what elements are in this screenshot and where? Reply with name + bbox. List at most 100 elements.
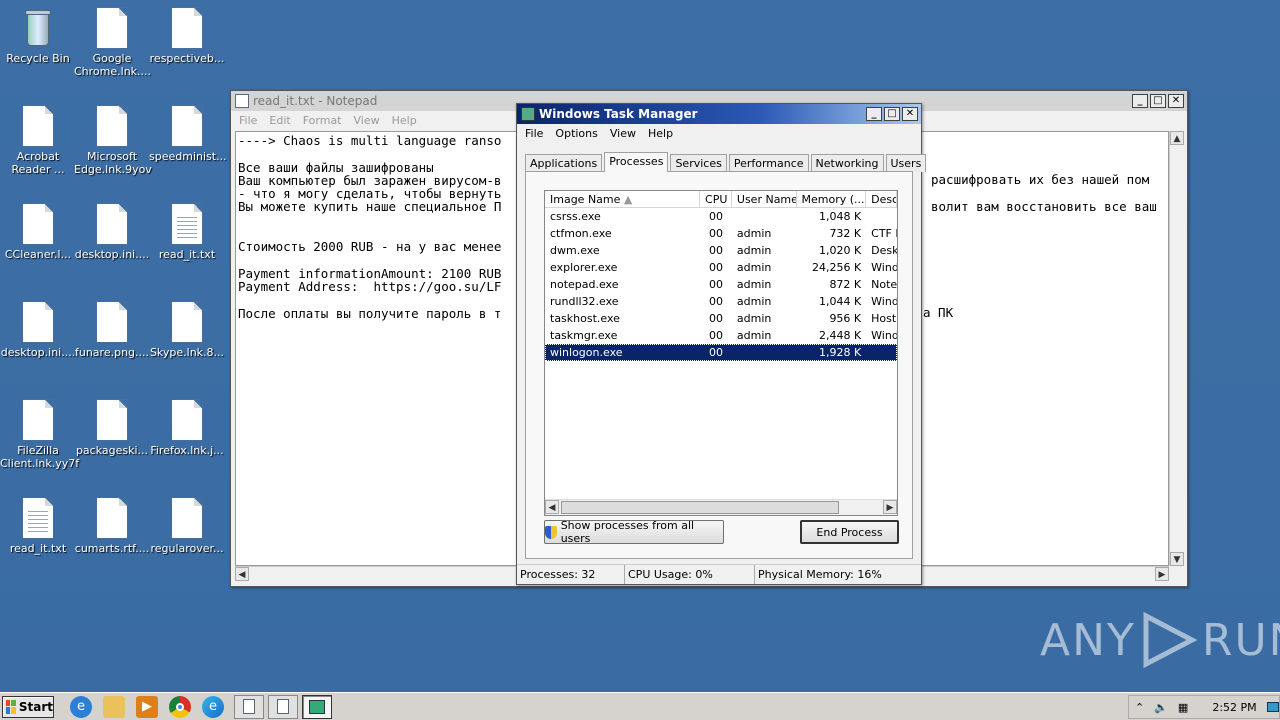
file-icon (171, 498, 203, 538)
folder-icon[interactable] (103, 695, 125, 718)
menu-edit[interactable]: Edit (263, 114, 296, 127)
desktop-icon[interactable]: FileZilla Client.lnk.yy7f (0, 400, 79, 470)
tab-processes[interactable]: Processes (604, 152, 669, 172)
notepad-icon (243, 699, 255, 714)
table-row[interactable]: winlogon.exe 00 1,928 K (545, 344, 897, 361)
scroll-down-icon[interactable]: ▼ (1170, 552, 1184, 566)
cell-user-name: admin (736, 312, 772, 325)
desktop-icon[interactable]: desktop.ini.... (74, 204, 150, 261)
table-row[interactable]: dwm.exe 00 admin 1,020 K Desk (545, 242, 897, 259)
tab-applications[interactable]: Applications (525, 154, 603, 172)
network-icon[interactable]: ▦ (1178, 701, 1188, 714)
chrome-icon[interactable] (169, 695, 191, 718)
column-memory[interactable]: Memory (... (797, 191, 867, 207)
scroll-up-icon[interactable]: ▲ (1170, 131, 1184, 145)
menu-file[interactable]: File (233, 114, 263, 127)
taskbar-task-manager[interactable] (302, 694, 332, 719)
notepad-vertical-scrollbar[interactable]: ▲ ▼ (1169, 131, 1185, 566)
taskbar-notepad-1[interactable] (234, 694, 264, 719)
scroll-right-icon[interactable]: ▶ (883, 500, 897, 514)
show-desktop-icon[interactable] (1266, 702, 1279, 712)
menu-file[interactable]: File (519, 127, 549, 140)
scroll-left-icon[interactable]: ◀ (545, 500, 559, 514)
desktop-icon[interactable]: read_it.txt (0, 498, 76, 555)
cell-cpu: 00 (708, 295, 723, 308)
scroll-right-icon[interactable]: ▶ (1155, 567, 1169, 581)
desktop-icon-label: speedminist... (149, 150, 227, 163)
desktop-icon[interactable]: packageski... (74, 400, 150, 457)
close-button[interactable]: ✕ (1168, 94, 1184, 108)
table-row[interactable]: rundll32.exe 00 admin 1,044 K Wind (545, 293, 897, 310)
menu-format[interactable]: Format (297, 114, 348, 127)
column-user-name[interactable]: User Name (732, 191, 797, 207)
end-process-button[interactable]: End Process (800, 520, 899, 544)
column-description[interactable]: Desc (866, 191, 897, 207)
maximize-button[interactable]: □ (884, 107, 900, 121)
column-image-name[interactable]: Image Name ▲ (545, 191, 701, 207)
close-button[interactable]: ✕ (902, 107, 918, 121)
status-processes: Processes: 32 (517, 565, 625, 584)
cell-user-name: admin (736, 261, 772, 274)
table-row[interactable]: notepad.exe 00 admin 872 K Note (545, 276, 897, 293)
taskbar-notepad-2[interactable] (268, 694, 298, 719)
file-icon (171, 106, 203, 146)
menu-view[interactable]: View (604, 127, 642, 140)
taskmgr-titlebar[interactable]: Windows Task Manager _ □ ✕ (517, 104, 921, 124)
cell-memory: 1,044 K (818, 295, 862, 308)
cell-memory: 2,448 K (818, 329, 862, 342)
desktop-icon-label: read_it.txt (158, 248, 216, 261)
desktop-icon-label: packageski... (75, 444, 149, 457)
desktop-icon[interactable]: Acrobat Reader ... (0, 106, 76, 176)
tab-services[interactable]: Services (670, 154, 727, 172)
menu-help[interactable]: Help (386, 114, 423, 127)
desktop-icon[interactable]: desktop.ini.... (0, 302, 76, 359)
menu-view[interactable]: View (348, 114, 386, 127)
minimize-button[interactable]: _ (866, 107, 882, 121)
start-button[interactable]: Start (2, 695, 54, 718)
desktop-icon[interactable]: Google Chrome.lnk.... (74, 8, 151, 78)
table-row[interactable]: taskhost.exe 00 admin 956 K Host (545, 310, 897, 327)
tab-performance[interactable]: Performance (728, 154, 809, 172)
table-row[interactable]: explorer.exe 00 admin 24,256 K Wind (545, 259, 897, 276)
desktop-icon-label: respectiveb... (149, 52, 225, 65)
menu-options[interactable]: Options (549, 127, 603, 140)
process-list[interactable]: Image Name ▲ CPU User Name Memory (... D… (544, 190, 898, 516)
scroll-left-icon[interactable]: ◀ (235, 567, 249, 581)
desktop-icon[interactable]: cumarts.rtf.... (74, 498, 150, 555)
media-player-icon[interactable]: ▶ (136, 695, 158, 718)
play-logo-icon (1143, 612, 1198, 668)
desktop-icon[interactable]: Microsoft Edge.lnk.9yov (74, 106, 152, 176)
internet-explorer-icon[interactable]: e (70, 695, 92, 718)
table-row[interactable]: taskmgr.exe 00 admin 2,448 K Wind (545, 327, 897, 344)
desktop-icon[interactable]: regularover... (149, 498, 225, 555)
start-label: Start (18, 699, 53, 714)
tab-networking[interactable]: Networking (810, 154, 884, 172)
process-list-hscrollbar[interactable]: ◀ ▶ (545, 499, 897, 515)
show-all-processes-button[interactable]: Show processes from all users (544, 519, 724, 545)
minimize-button[interactable]: _ (1132, 94, 1148, 108)
volume-icon[interactable]: 🔈 (1154, 701, 1168, 714)
maximize-button[interactable]: □ (1150, 94, 1166, 108)
desktop-icon[interactable]: funare.png.... (74, 302, 150, 359)
table-row[interactable]: ctfmon.exe 00 admin 732 K CTF I (545, 225, 897, 242)
tray-expand-icon[interactable]: ⌃ (1135, 701, 1144, 714)
cell-image-name: ctfmon.exe (550, 227, 612, 240)
cell-memory: 1,928 K (818, 346, 862, 359)
desktop-icon[interactable]: CCleaner.l... (0, 204, 76, 261)
table-row[interactable]: csrss.exe 00 1,048 K (545, 208, 897, 225)
menu-help[interactable]: Help (642, 127, 679, 140)
shield-icon (545, 525, 557, 539)
desktop-icon[interactable]: read_it.txt (149, 204, 225, 261)
clock[interactable]: 2:52 PM (1212, 701, 1256, 714)
cell-user-name: admin (736, 329, 772, 342)
desktop-icon[interactable]: Firefox.lnk.j... (149, 400, 225, 457)
edge-icon[interactable]: e (202, 695, 224, 718)
column-cpu[interactable]: CPU (700, 191, 732, 207)
desktop-icon[interactable]: Skype.lnk.8... (149, 302, 225, 359)
desktop-icon[interactable]: speedminist... (149, 106, 227, 163)
desktop-icon[interactable]: Recycle Bin (0, 8, 76, 65)
scroll-thumb[interactable] (561, 501, 839, 514)
cell-cpu: 00 (708, 278, 723, 291)
tab-users[interactable]: Users (885, 154, 927, 172)
desktop-icon[interactable]: respectiveb... (149, 8, 225, 65)
